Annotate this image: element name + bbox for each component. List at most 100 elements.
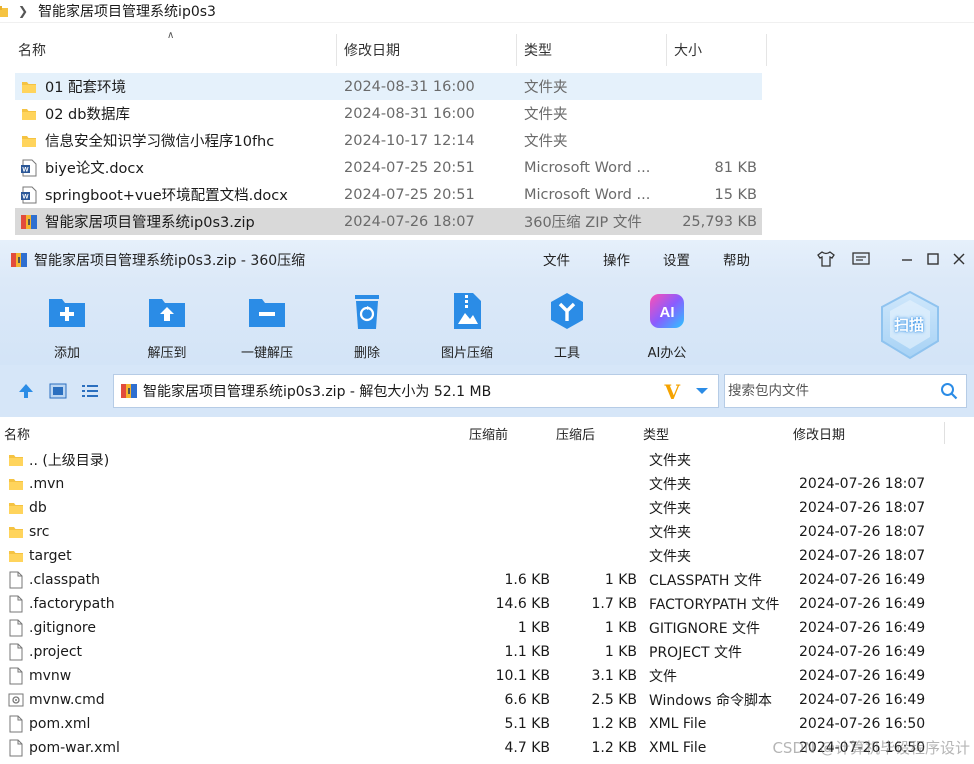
- entry-name-cell: mvnw.cmd: [8, 688, 105, 712]
- entry-size-before: 10.1 KB: [495, 668, 550, 684]
- file-type: Microsoft Word ...: [524, 186, 651, 203]
- column-header-type[interactable]: 类型: [524, 36, 552, 64]
- column-header-date[interactable]: 修改日期: [344, 36, 400, 64]
- watermark: CSDN @计算机毕设程序设计: [772, 739, 970, 757]
- list-column-packed[interactable]: 压缩前: [469, 424, 508, 443]
- entry-type: FACTORYPATH 文件: [649, 597, 780, 613]
- extract-to-icon: [145, 289, 189, 333]
- file-date: 2024-08-31 16:00: [344, 78, 475, 95]
- entry-date: 2024-07-26 18:07: [799, 476, 926, 492]
- list-column-compressed[interactable]: 压缩后: [556, 424, 595, 443]
- file-icon: [8, 643, 24, 661]
- entry-size-before: 1.1 KB: [504, 644, 551, 660]
- file-explorer: ❯ 智能家居项目管理系统ip0s3 ∧ 名称 修改日期 类型 大小 01 配套环…: [0, 0, 974, 240]
- file-row[interactable]: 01 配套环境 2024-08-31 16:00 文件夹: [15, 73, 762, 100]
- folder-icon: [19, 78, 39, 96]
- entry-size-before: 6.6 KB: [504, 692, 551, 708]
- file-icon: [8, 619, 24, 637]
- ai-office-button[interactable]: AI AI办公: [627, 289, 707, 361]
- menu-file[interactable]: 文件: [543, 249, 570, 269]
- file-name: 智能家居项目管理系统ip0s3.zip: [45, 215, 255, 231]
- sort-ascending-icon: ∧: [167, 30, 175, 41]
- archive-entry-row[interactable]: .project 1.1 KB 1 KB PROJECT 文件 2024-07-26 1…: [0, 640, 974, 664]
- archive-entry-row[interactable]: .mvn 文件夹 2024-07-26 18:07: [0, 472, 974, 496]
- one-click-extract-button[interactable]: 一键解压: [227, 289, 307, 361]
- entry-type: 文件: [649, 669, 677, 685]
- file-date: 2024-07-25 20:51: [344, 159, 475, 176]
- maximize-icon[interactable]: [922, 248, 944, 270]
- entry-date: 2024-07-26 16:49: [799, 572, 926, 588]
- entry-name: src: [29, 524, 50, 540]
- folder-icon: [8, 475, 24, 493]
- title-bar: 智能家居项目管理系统ip0s3.zip - 360压缩 文件 操作 设置 帮助: [0, 240, 974, 280]
- entry-type: GITIGNORE 文件: [649, 621, 761, 637]
- window-title: 智能家居项目管理系统ip0s3.zip - 360压缩: [34, 253, 306, 269]
- entry-name: .classpath: [29, 572, 101, 588]
- entry-size-after: 1 KB: [604, 644, 637, 660]
- word-doc-icon: W: [19, 186, 39, 204]
- menu-help[interactable]: 帮助: [723, 249, 750, 269]
- file-date: 2024-07-26 18:07: [344, 213, 475, 230]
- archive-entry-row[interactable]: .gitignore 1 KB 1 KB GITIGNORE 文件 2024-07-26…: [0, 616, 974, 640]
- scan-button[interactable]: 扫描: [879, 290, 941, 360]
- folder-icon: [8, 523, 24, 541]
- add-button[interactable]: 添加: [27, 289, 107, 361]
- breadcrumb[interactable]: ❯ 智能家居项目管理系统ip0s3: [0, 0, 216, 22]
- entry-name: mvnw: [29, 668, 72, 684]
- archive-entry-row[interactable]: src 文件夹 2024-07-26 18:07: [0, 520, 974, 544]
- chevron-down-icon[interactable]: [686, 375, 718, 407]
- archive-entry-row[interactable]: .classpath 1.6 KB 1 KB CLASSPATH 文件 2024-07-…: [0, 568, 974, 592]
- entry-size-after: 1 KB: [604, 572, 637, 588]
- entry-type: PROJECT 文件: [649, 645, 742, 661]
- list-column-type[interactable]: 类型: [643, 424, 669, 443]
- breadcrumb-current[interactable]: 智能家居项目管理系统ip0s3: [38, 1, 216, 21]
- entry-size-before: 5.1 KB: [504, 716, 551, 732]
- archive-entry-row[interactable]: pom.xml 5.1 KB 1.2 KB XML File 2024-07-26 16…: [0, 712, 974, 736]
- list-view-icon[interactable]: [80, 381, 100, 401]
- image-compress-button[interactable]: 图片压缩: [427, 289, 507, 361]
- archive-entry-row[interactable]: target 文件夹 2024-07-26 18:07: [0, 544, 974, 568]
- file-row[interactable]: 智能家居项目管理系统ip0s3.zip 2024-07-26 18:07 360压缩…: [15, 208, 762, 235]
- recycle-bin-icon: [345, 289, 389, 333]
- menu-operate[interactable]: 操作: [603, 249, 630, 269]
- file-row[interactable]: 信息安全知识学习微信小程序10fhc 2024-10-17 12:14 文件夹: [15, 127, 762, 154]
- file-row[interactable]: 02 db数据库 2024-08-31 16:00 文件夹: [15, 100, 762, 127]
- archive-entry-row[interactable]: .. (上级目录) 文件夹: [0, 448, 974, 472]
- archive-entry-row[interactable]: db 文件夹 2024-07-26 18:07: [0, 496, 974, 520]
- extract-to-button[interactable]: 解压到: [127, 289, 207, 361]
- file-row[interactable]: Wspringboot+vue环境配置文档.docx 2024-07-25 20:…: [15, 181, 762, 208]
- column-header-name[interactable]: 名称: [18, 36, 46, 64]
- skin-shirt-icon[interactable]: [815, 248, 837, 270]
- thumbnail-view-icon[interactable]: [48, 381, 68, 401]
- message-icon[interactable]: [850, 248, 872, 270]
- list-column-name[interactable]: 名称: [4, 424, 30, 443]
- menu-settings[interactable]: 设置: [663, 249, 690, 269]
- entry-date: 2024-07-26 18:07: [799, 524, 926, 540]
- archive-path-field[interactable]: 智能家居项目管理系统ip0s3.zip - 解包大小为 52.1 MB V: [113, 374, 719, 408]
- column-header-size[interactable]: 大小: [674, 36, 702, 64]
- archive-entry-row[interactable]: mvnw 10.1 KB 3.1 KB 文件 2024-07-26 16:49: [0, 664, 974, 688]
- minimize-icon[interactable]: [896, 248, 918, 270]
- entry-name: pom-war.xml: [29, 740, 120, 756]
- tools-icon: [545, 289, 589, 333]
- entry-size-before: 4.7 KB: [504, 740, 551, 756]
- list-column-date[interactable]: 修改日期: [793, 424, 845, 443]
- tools-button[interactable]: 工具: [527, 289, 607, 361]
- file-row[interactable]: Wbiye论文.docx 2024-07-25 20:51 Microsoft Wo…: [15, 154, 762, 181]
- one-click-extract-icon: [245, 289, 289, 333]
- archive-entry-row[interactable]: .factorypath 14.6 KB 1.7 KB FACTORYPATH 文件 2…: [0, 592, 974, 616]
- archive-entry-row[interactable]: mvnw.cmd 6.6 KB 2.5 KB Windows 命令脚本 2024-07-…: [0, 688, 974, 712]
- folder-icon: [0, 6, 8, 17]
- entry-type: 文件夹: [649, 453, 691, 469]
- up-arrow-icon[interactable]: [16, 381, 36, 401]
- svg-text:W: W: [22, 166, 29, 173]
- search-icon[interactable]: [940, 382, 958, 404]
- verified-v-icon[interactable]: V: [664, 380, 680, 404]
- search-input[interactable]: [728, 383, 928, 399]
- folder-icon: [19, 105, 39, 123]
- cmd-script-icon: [8, 691, 24, 709]
- folder-icon: [8, 547, 24, 565]
- chevron-right-icon: ❯: [18, 4, 29, 18]
- delete-button[interactable]: 删除: [327, 289, 407, 361]
- close-icon[interactable]: [948, 248, 970, 270]
